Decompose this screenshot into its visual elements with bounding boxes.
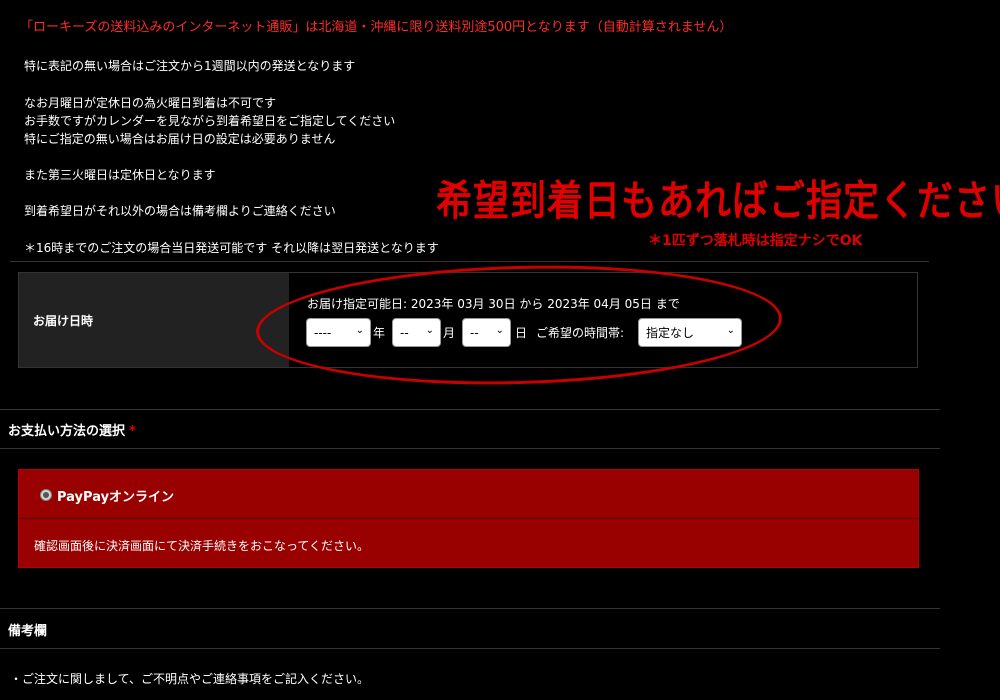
delivery-controls: お届け指定可能日: 2023年 03月 30日 から 2023年 04月 05日… (289, 273, 917, 367)
day-unit: 日 (515, 326, 528, 340)
year-unit: 年 (373, 326, 386, 340)
shipping-notice: 「ローキーズの送料込みのインターネット通販」は北海道・沖縄に限り送料別途500円… (20, 20, 733, 35)
time-select-value: 指定なし (646, 326, 695, 340)
radio-button-icon[interactable] (40, 489, 52, 501)
payment-title: お支払い方法の選択 (8, 424, 126, 439)
day-select[interactable]: -- ⌄ (462, 318, 511, 347)
payment-section-title: お支払い方法の選択 * (8, 420, 136, 439)
month-select[interactable]: -- ⌄ (392, 318, 441, 347)
month-select-value: -- (400, 325, 409, 340)
info-line: 到着希望日がそれ以外の場合は備考欄よりご連絡ください (24, 204, 336, 218)
chevron-down-icon: ⌄ (495, 325, 504, 336)
delivery-date-row: お届け日時 お届け指定可能日: 2023年 03月 30日 から 2023年 0… (18, 272, 918, 368)
chevron-down-icon: ⌄ (355, 325, 364, 336)
payment-option-description: 確認画面後に決済画面にて決済手続きをおこなってください。 (34, 539, 370, 553)
time-label: ご希望の時間帯: (536, 326, 625, 340)
month-unit: 月 (443, 326, 456, 340)
divider (0, 448, 940, 449)
payment-option-paypay[interactable]: PayPayオンライン 確認画面後に決済画面にて決済手続きをおこなってください。 (18, 469, 919, 568)
divider (0, 409, 940, 410)
delivery-label: お届け日時 (19, 273, 289, 367)
remarks-title: 備考欄 (8, 624, 48, 639)
divider (0, 648, 940, 649)
info-line: ＊16時までのご注文の場合当日発送可能です それ以降は翌日発送となります (24, 241, 439, 255)
required-mark: * (129, 424, 136, 439)
year-select[interactable]: ---- ⌄ (306, 318, 371, 347)
time-select[interactable]: 指定なし ⌄ (638, 318, 742, 347)
info-line: なお月曜日が定休日の為火曜日到着は不可です (24, 96, 277, 110)
chevron-down-icon: ⌄ (726, 325, 735, 336)
remarks-note: ・ご注文に関しまして、ご不明点やご連絡事項をご記入ください。 (10, 672, 370, 686)
payment-option-label[interactable]: PayPayオンライン (57, 486, 174, 505)
day-select-value: -- (470, 325, 479, 340)
divider (0, 608, 940, 609)
chevron-down-icon: ⌄ (425, 325, 434, 336)
divider (10, 261, 929, 262)
divider (19, 518, 918, 519)
info-line: お手数ですがカレンダーを見ながら到着希望日をご指定してください (24, 114, 396, 128)
promo-headline: 希望到着日もあればご指定ください (436, 178, 1000, 226)
info-line: また第三火曜日は定休日となります (24, 168, 216, 182)
delivery-range-text: お届け指定可能日: 2023年 03月 30日 から 2023年 04月 05日… (307, 297, 680, 311)
info-line: 特に表記の無い場合はご注文から1週間以内の発送となります (24, 59, 356, 73)
year-select-value: ---- (314, 325, 332, 340)
info-line: 特にご指定の無い場合はお届け日の設定は必要ありません (24, 132, 336, 146)
promo-subnote: ＊1匹ずつ落札時は指定ナシでOK (648, 233, 863, 249)
